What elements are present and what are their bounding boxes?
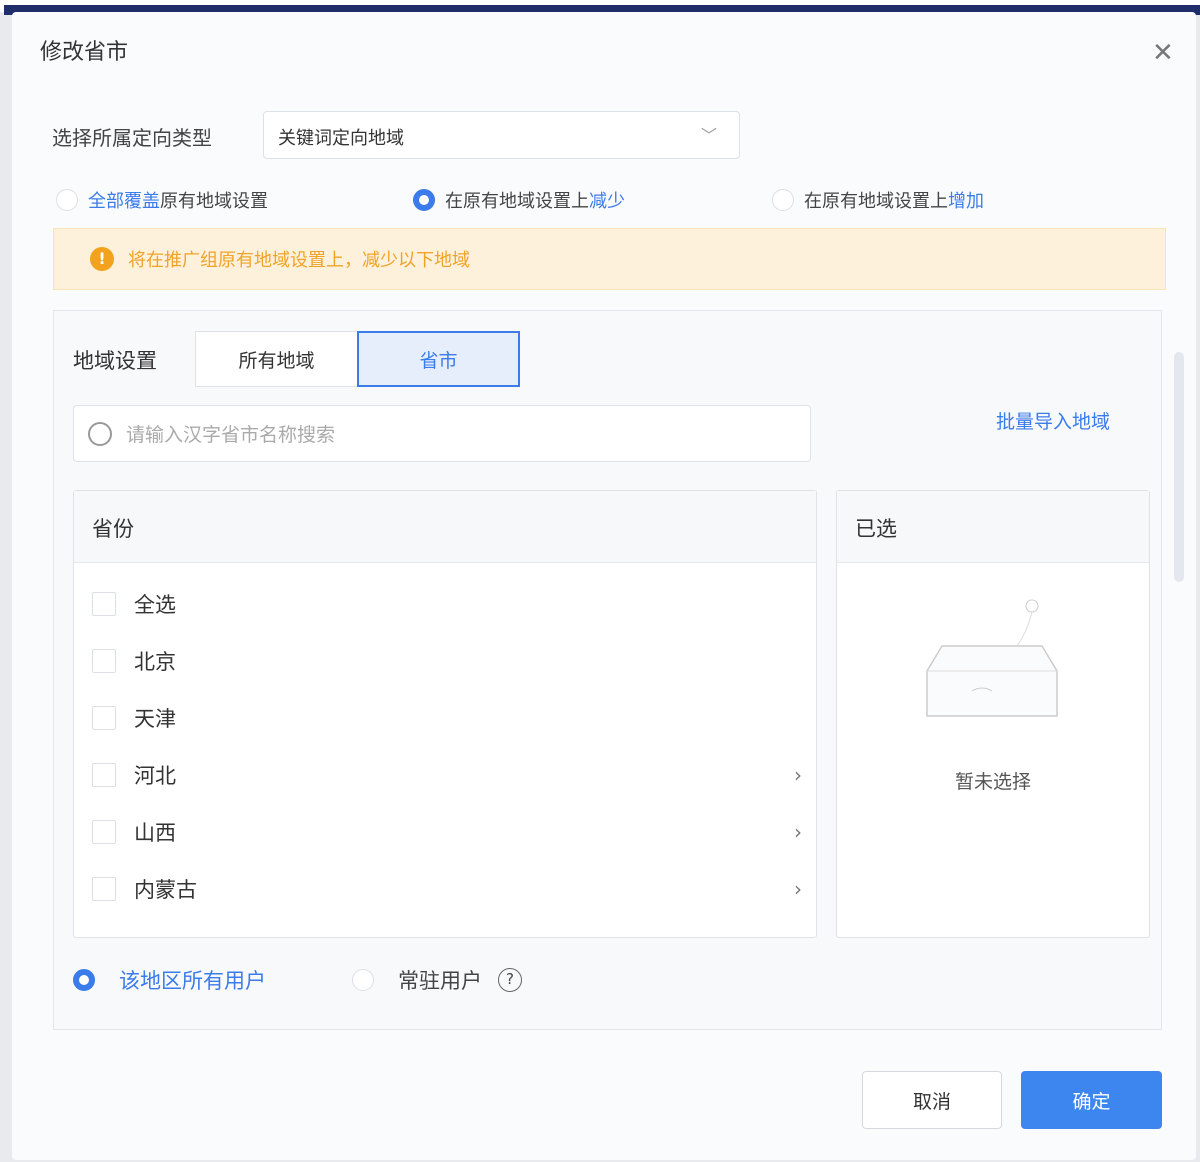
region-label: 地域设置 xyxy=(73,349,157,373)
mode-label: 全部覆盖原有地域设置 xyxy=(88,187,268,213)
region-panel: 地域设置 所有地域 省市 请输入汉字省市名称搜索 批量导入地域 省份 全选北京天… xyxy=(53,310,1162,1030)
checkbox[interactable] xyxy=(92,877,116,901)
mode-radio-increase[interactable]: 在原有地域设置上增加 xyxy=(772,187,984,213)
province-item[interactable]: 全选 xyxy=(92,589,802,619)
user-option-label: 常驻用户 xyxy=(398,969,482,993)
province-name: 河北 xyxy=(134,764,176,788)
dialog-title: 修改省市 xyxy=(40,40,129,65)
target-type-value: 关键词定向地域 xyxy=(278,128,404,149)
close-icon[interactable]: ✕ xyxy=(1152,38,1174,68)
empty-box-icon xyxy=(926,599,1058,717)
province-header: 省份 xyxy=(74,491,816,563)
search-icon xyxy=(88,421,112,446)
mode-suffix: 原有地域设置 xyxy=(160,191,268,212)
mode-radio-overwrite[interactable]: 全部覆盖原有地域设置 xyxy=(56,187,268,213)
confirm-button[interactable]: 确定 xyxy=(1021,1071,1162,1129)
user-radio-resident[interactable]: 常驻用户? xyxy=(352,965,522,995)
checkbox[interactable] xyxy=(92,592,116,616)
checkbox[interactable] xyxy=(92,706,116,730)
mode-highlight: 减少 xyxy=(589,191,625,212)
search-placeholder: 请输入汉字省市名称搜索 xyxy=(126,424,336,446)
chevron-right-icon[interactable]: › xyxy=(794,820,802,844)
province-item[interactable]: 天津 xyxy=(92,703,802,733)
selected-header: 已选 xyxy=(837,491,1149,563)
mode-highlight: 增加 xyxy=(948,191,984,212)
tab-province-city[interactable]: 省市 xyxy=(357,331,520,387)
mode-highlight: 全部覆盖 xyxy=(88,191,160,212)
help-icon[interactable]: ? xyxy=(498,968,522,992)
province-name: 全选 xyxy=(134,593,176,617)
warning-text: 将在推广组原有地域设置上，减少以下地域 xyxy=(128,250,470,271)
mode-radio-reduce[interactable]: 在原有地域设置上减少 xyxy=(413,187,625,213)
scrollbar[interactable] xyxy=(1174,352,1184,582)
province-item[interactable]: 山西 › xyxy=(92,817,802,847)
edit-province-dialog: 修改省市 ✕ 选择所属定向类型 关键词定向地域 ﹀ 全部覆盖原有地域设置 在原有地… xyxy=(12,12,1196,1160)
tab-all-regions[interactable]: 所有地域 xyxy=(195,331,358,387)
checkbox[interactable] xyxy=(92,763,116,787)
mode-label: 在原有地域设置上减少 xyxy=(445,187,625,213)
mode-label: 在原有地域设置上增加 xyxy=(804,187,984,213)
chevron-down-icon: ﹀ xyxy=(700,126,717,145)
user-option-label: 该地区所有用户 xyxy=(119,969,266,993)
batch-import-link[interactable]: 批量导入地域 xyxy=(996,407,1110,434)
radio-circle xyxy=(56,189,78,211)
mode-prefix: 在原有地域设置上 xyxy=(804,191,948,212)
province-name: 山西 xyxy=(134,821,176,845)
warning-icon: ! xyxy=(90,247,114,271)
province-name: 天津 xyxy=(134,707,176,731)
selected-list: 已选 暂未选择 xyxy=(836,490,1150,938)
province-item[interactable]: 河北 › xyxy=(92,760,802,790)
target-type-label: 选择所属定向类型 xyxy=(52,126,212,150)
cancel-button[interactable]: 取消 xyxy=(862,1071,1002,1129)
chevron-right-icon[interactable]: › xyxy=(794,877,802,901)
province-name: 北京 xyxy=(134,650,176,674)
mode-prefix: 在原有地域设置上 xyxy=(445,191,589,212)
target-type-select[interactable]: 关键词定向地域 ﹀ xyxy=(263,111,740,159)
user-radio-all[interactable]: 该地区所有用户 xyxy=(73,965,266,995)
province-name: 内蒙古 xyxy=(134,878,197,902)
radio-circle xyxy=(413,189,435,211)
radio-circle xyxy=(772,189,794,211)
checkbox[interactable] xyxy=(92,649,116,673)
radio-circle xyxy=(73,969,95,991)
province-list: 省份 全选北京天津河北 › 山西 › 内蒙古 › xyxy=(73,490,817,938)
chevron-right-icon[interactable]: › xyxy=(794,763,802,787)
empty-text: 暂未选择 xyxy=(954,771,1031,793)
checkbox[interactable] xyxy=(92,820,116,844)
province-item[interactable]: 北京 xyxy=(92,646,802,676)
warning-banner: ! 将在推广组原有地域设置上，减少以下地域 xyxy=(53,228,1166,290)
radio-circle xyxy=(352,969,374,991)
search-input[interactable]: 请输入汉字省市名称搜索 xyxy=(73,405,811,462)
province-item[interactable]: 内蒙古 › xyxy=(92,874,802,904)
